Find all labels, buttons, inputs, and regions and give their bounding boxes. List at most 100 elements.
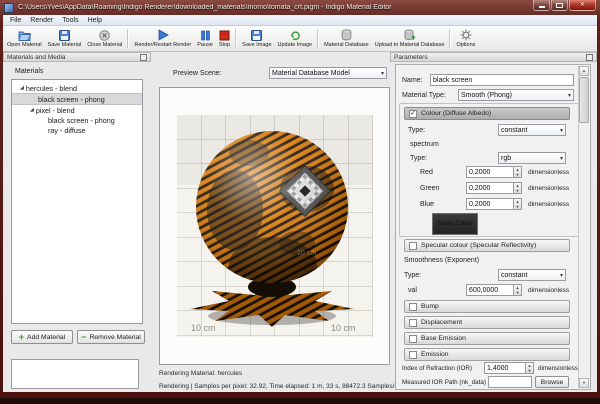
val-stepper[interactable]: ▲▼ [514, 284, 522, 296]
bump-section-header[interactable]: Bump [404, 300, 570, 313]
tree-item-hercules[interactable]: ◢ hercules - blend [12, 83, 142, 93]
blue-field[interactable]: 0,2000 [466, 198, 514, 210]
base-emission-section-header[interactable]: Base Emission [404, 332, 570, 345]
toolbar-button-label: Pause [197, 42, 213, 48]
toolbar-button-save-material[interactable]: Save Material [45, 26, 85, 51]
ior-value: 1,4000 [487, 365, 508, 372]
toolbar-button-close-material[interactable]: Close Material [84, 26, 125, 51]
menu-file[interactable]: File [6, 17, 25, 24]
colour-section-header[interactable]: ✓ Colour (Diffuse Albedo) [404, 107, 570, 120]
smoothness-type-select[interactable]: constant ▾ [498, 269, 566, 281]
minus-icon: − [81, 333, 86, 341]
remove-material-button[interactable]: − Remove Material [77, 330, 145, 344]
media-list[interactable] [11, 359, 139, 389]
spin-down-icon[interactable]: ▼ [514, 188, 521, 193]
close-button[interactable]: × [569, 0, 596, 11]
toolbar-button-material-database[interactable]: Material Database [321, 26, 372, 51]
add-material-label: Add Material [27, 334, 65, 341]
titlebar[interactable]: C:\Users\Yves\AppData\Roaming\Indigo Ren… [0, 0, 600, 15]
tree-item-pixel[interactable]: ◢ pixel - blend [12, 105, 142, 115]
val-value: 600,0000 [469, 287, 498, 294]
name-field[interactable]: black screen [430, 74, 574, 86]
database-upload-icon [404, 29, 416, 41]
toolbar-button-label: Upload to Material Database [375, 42, 445, 48]
app-icon [4, 3, 14, 13]
toolbar-button-options[interactable]: Options [453, 26, 478, 51]
menu-help[interactable]: Help [84, 17, 106, 24]
preview-scene-select[interactable]: Material Database Model ▾ [269, 67, 387, 79]
gear-icon [460, 29, 472, 41]
red-stepper[interactable]: ▲▼ [514, 166, 522, 178]
green-label: Green [420, 185, 439, 192]
menu-render[interactable]: Render [26, 17, 57, 24]
spectrum-type-value: rgb [501, 155, 511, 162]
spin-down-icon[interactable]: ▼ [514, 290, 521, 295]
maximize-button[interactable] [551, 0, 568, 11]
chevron-down-icon: ▾ [560, 127, 563, 134]
tree-item-label: hercules - blend [26, 84, 77, 93]
emission-checkbox[interactable] [409, 351, 417, 359]
material-type-select[interactable]: Smooth (Phong) ▾ [458, 89, 574, 101]
toolbar-separator [235, 29, 237, 48]
bump-section-title: Bump [421, 303, 439, 310]
browse-button[interactable]: Browse [535, 376, 569, 388]
parameters-scrollbar[interactable]: ▲ ▼ [578, 66, 589, 388]
toolbar-button-pause[interactable]: Pause [194, 26, 216, 51]
specular-section-header[interactable]: Specular colour (Specular Reflectivity) [404, 239, 570, 252]
toolbar-button-label: Stop [219, 42, 230, 48]
select-colour-label: Select Colour [437, 221, 473, 227]
val-field[interactable]: 600,0000 [466, 284, 514, 296]
scrollbar-thumb[interactable] [579, 77, 589, 123]
preview-scene-label: Preview Scene: [173, 70, 222, 77]
toolbar-button-open-material[interactable]: Open Material [4, 26, 45, 51]
toolbar-button-save-image[interactable]: Save Image [239, 26, 274, 51]
spin-down-icon[interactable]: ▼ [514, 172, 521, 177]
colour-type-select[interactable]: constant ▾ [498, 124, 566, 136]
displacement-section-header[interactable]: Displacement [404, 316, 570, 329]
add-material-button[interactable]: + Add Material [11, 330, 73, 344]
bump-checkbox[interactable] [409, 303, 417, 311]
red-field[interactable]: 0,2000 [466, 166, 514, 178]
toolbar-button-update-image[interactable]: Update Image [275, 26, 316, 51]
floppy-icon [251, 29, 262, 41]
menu-tools[interactable]: Tools [58, 17, 82, 24]
toolbar-button-render[interactable]: Render/Restart Render [131, 26, 194, 51]
emission-section-header[interactable]: Emission [404, 348, 570, 361]
float-panel-icon[interactable] [586, 54, 593, 61]
blue-stepper[interactable]: ▲▼ [514, 198, 522, 210]
expander-icon[interactable]: ◢ [20, 85, 24, 91]
base-emission-section-title: Base Emission [421, 335, 466, 342]
spectrum-label: spectrum [410, 141, 439, 148]
minimize-button[interactable] [533, 0, 550, 11]
specular-section-title: Specular colour (Specular Reflectivity) [421, 242, 536, 249]
spin-down-icon[interactable]: ▼ [514, 204, 521, 209]
ior-field[interactable]: 1,4000 [484, 362, 526, 374]
ruler-label-right: 10 cm [331, 323, 356, 333]
green-stepper[interactable]: ▲▼ [514, 182, 522, 194]
green-field[interactable]: 0,2000 [466, 182, 514, 194]
base-emission-checkbox[interactable] [409, 335, 417, 343]
menu-bar: File Render Tools Help [3, 15, 597, 26]
specular-checkbox[interactable] [409, 242, 417, 250]
scroll-up-icon[interactable]: ▲ [579, 66, 589, 76]
scroll-down-icon[interactable]: ▼ [579, 378, 589, 388]
spin-down-icon[interactable]: ▼ [526, 368, 533, 373]
ior-stepper[interactable]: ▲▼ [526, 362, 534, 374]
colour-checkbox[interactable]: ✓ [409, 110, 417, 118]
toolbar-button-stop[interactable]: Stop [216, 26, 233, 51]
window-title: C:\Users\Yves\AppData\Roaming\Indigo Ren… [18, 4, 529, 11]
spectrum-type-select[interactable]: rgb ▾ [498, 152, 566, 164]
toolbar-button-label: Options [456, 42, 475, 48]
tree-item-black-screen-2[interactable]: black screen - phong [12, 115, 142, 125]
materials-tree[interactable]: ◢ hercules - blend black screen - phong … [11, 79, 143, 324]
float-panel-icon[interactable] [140, 54, 147, 61]
tree-item-ray[interactable]: ray - diffuse [12, 125, 142, 135]
expander-icon[interactable]: ◢ [30, 107, 34, 113]
toolbar-button-upload-material-database[interactable]: Upload to Material Database [372, 26, 448, 51]
select-colour-button[interactable]: Select Colour [432, 213, 478, 235]
ruler-label-left: 10 cm [191, 323, 216, 333]
ior-path-field[interactable] [488, 376, 532, 388]
tree-item-black-screen[interactable]: black screen - phong [12, 93, 142, 105]
refresh-icon [289, 29, 301, 41]
displacement-checkbox[interactable] [409, 319, 417, 327]
